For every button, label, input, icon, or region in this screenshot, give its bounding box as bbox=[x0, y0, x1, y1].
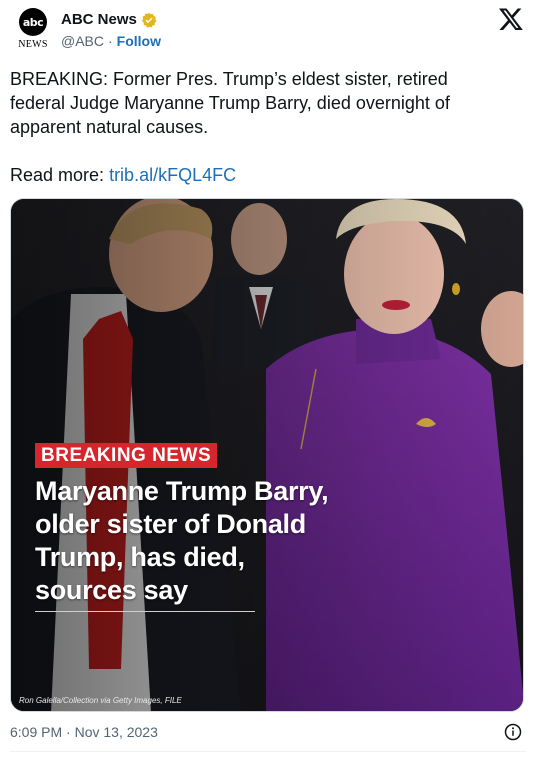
breaking-news-label: BREAKING NEWS bbox=[35, 443, 218, 468]
tweet-text-line: apparent natural causes. bbox=[10, 117, 209, 137]
account-handle: @ABC bbox=[61, 33, 104, 49]
tweet-text-line: federal Judge Maryanne Trump Barry, died… bbox=[10, 93, 450, 113]
avatar-news-label: NEWS bbox=[18, 39, 48, 50]
tweet-header: abc NEWS ABC News @ABC · Follow bbox=[0, 0, 541, 60]
headline-line: sources say bbox=[35, 575, 188, 605]
account-name-row: ABC News bbox=[61, 11, 157, 28]
x-logo-icon[interactable] bbox=[498, 6, 524, 32]
account-name[interactable]: ABC News bbox=[61, 11, 137, 28]
media-headline: Maryanne Trump Barry, older sister of Do… bbox=[35, 475, 365, 607]
verified-badge-icon bbox=[141, 12, 157, 28]
read-more-label: Read more: bbox=[10, 165, 105, 185]
headline-line: Trump, has died, bbox=[35, 542, 245, 572]
media-card[interactable]: BREAKING NEWS Maryanne Trump Barry, olde… bbox=[10, 198, 524, 712]
tweet-text: BREAKING: Former Pres. Trump’s eldest si… bbox=[10, 67, 530, 139]
info-icon[interactable] bbox=[504, 723, 522, 741]
headline-divider bbox=[35, 611, 255, 612]
follow-button[interactable]: Follow bbox=[117, 33, 161, 49]
avatar[interactable]: abc NEWS bbox=[14, 8, 52, 52]
headline-line: older sister of Donald bbox=[35, 509, 306, 539]
divider bbox=[10, 751, 526, 752]
headline-line: Maryanne Trump Barry, bbox=[35, 476, 329, 506]
read-more-line: Read more: trib.al/kFQL4FC bbox=[10, 163, 236, 187]
tweet-text-line: BREAKING: Former Pres. Trump’s eldest si… bbox=[10, 69, 448, 89]
article-link[interactable]: trib.al/kFQL4FC bbox=[109, 165, 236, 185]
photo-credit: Ron Galella/Collection via Getty Images,… bbox=[19, 696, 182, 705]
separator: · bbox=[108, 33, 113, 49]
abc-logo-icon: abc bbox=[19, 8, 47, 36]
handle-row: @ABC · Follow bbox=[61, 33, 161, 49]
tweet-timestamp[interactable]: 6:09 PM · Nov 13, 2023 bbox=[10, 724, 158, 740]
